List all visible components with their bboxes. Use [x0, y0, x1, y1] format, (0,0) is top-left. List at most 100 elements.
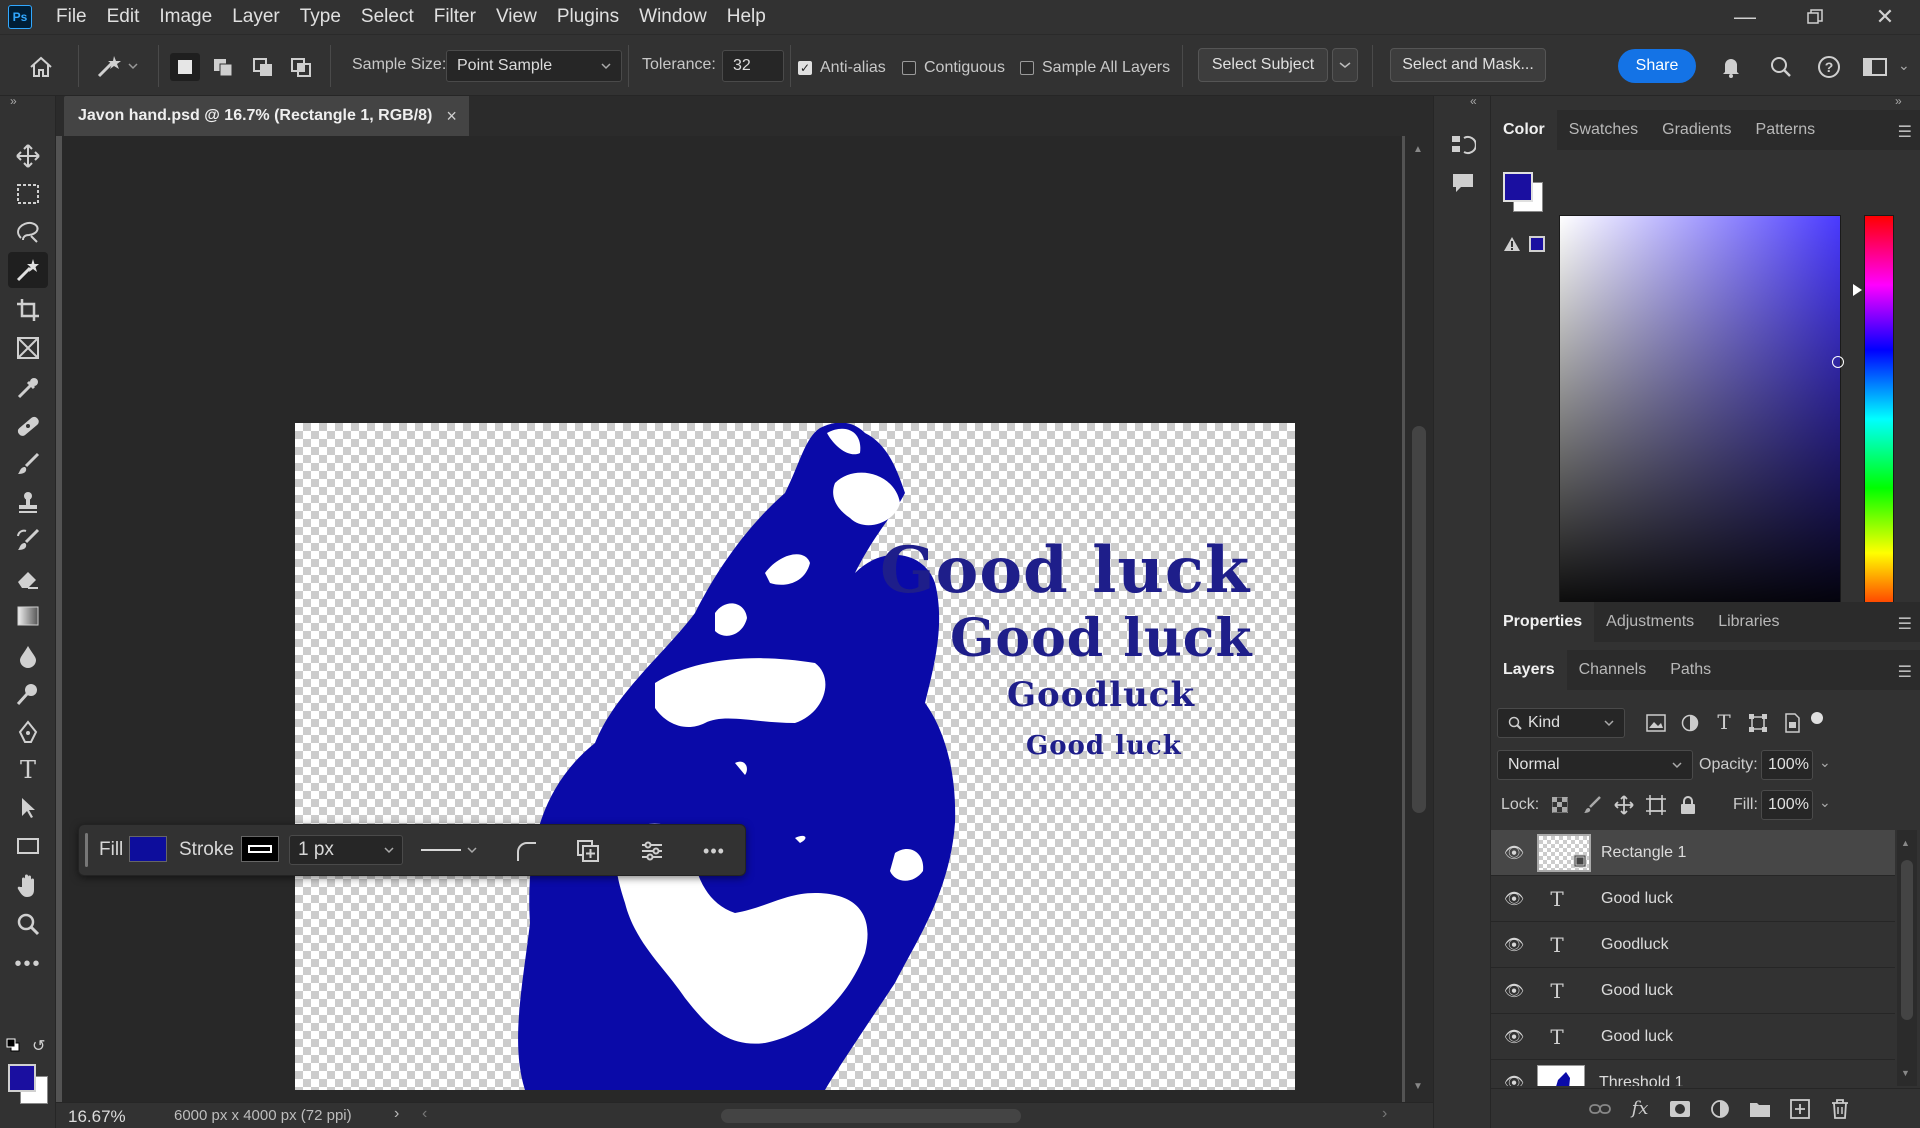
- layer-row-good-luck[interactable]: 👁 T Good luck: [1491, 1014, 1895, 1060]
- panel-foreground-swatch[interactable]: [1503, 172, 1533, 202]
- visibility-eye-icon[interactable]: 👁: [1491, 1073, 1537, 1087]
- menu-plugins[interactable]: Plugins: [547, 0, 629, 34]
- anti-alias-checkbox[interactable]: ✓: [798, 61, 812, 75]
- menu-view[interactable]: View: [486, 0, 547, 34]
- tab-color[interactable]: Color: [1491, 110, 1557, 150]
- sample-size-select[interactable]: Point Sample: [446, 50, 622, 82]
- menu-filter[interactable]: Filter: [424, 0, 486, 34]
- fill-input[interactable]: 100%: [1761, 790, 1813, 820]
- path-selection-tool[interactable]: [8, 790, 48, 826]
- filter-pixel-layers[interactable]: [1645, 712, 1667, 734]
- lock-artboard[interactable]: [1645, 794, 1667, 816]
- fill-dropdown[interactable]: ⌄: [1819, 794, 1831, 811]
- visibility-eye-icon[interactable]: 👁: [1491, 843, 1537, 863]
- tab-properties[interactable]: Properties: [1491, 602, 1595, 642]
- menu-window[interactable]: Window: [629, 0, 717, 34]
- canvas-area[interactable]: Good luck Good luck Goodluck Good luck: [62, 136, 1402, 1102]
- visibility-eye-icon[interactable]: 👁: [1491, 1027, 1537, 1047]
- filter-toggle-icon[interactable]: [1811, 712, 1823, 724]
- opacity-dropdown[interactable]: ⌄: [1819, 754, 1831, 771]
- contiguous-checkbox[interactable]: [902, 61, 916, 75]
- drag-handle[interactable]: [85, 833, 88, 867]
- default-colors-icon[interactable]: [6, 1038, 20, 1052]
- comments-panel-button[interactable]: [1448, 168, 1478, 198]
- adjust-settings-button[interactable]: [637, 837, 667, 865]
- new-group-button[interactable]: [1747, 1097, 1773, 1121]
- color-picker-field[interactable]: [1559, 215, 1844, 623]
- add-shape-button[interactable]: [573, 837, 603, 865]
- subtract-selection-button[interactable]: [248, 53, 278, 81]
- notifications-button[interactable]: [1716, 53, 1746, 81]
- stroke-width-select[interactable]: 1 px: [289, 835, 403, 865]
- vertical-scroll-thumb[interactable]: [1412, 426, 1426, 813]
- workspace-dropdown[interactable]: ⌄: [1898, 57, 1910, 74]
- filter-adjustment-layers[interactable]: [1679, 712, 1701, 734]
- swap-colors-icon[interactable]: ↺: [32, 1036, 45, 1056]
- scroll-down-icon[interactable]: ▼: [1901, 1068, 1910, 1078]
- help-button[interactable]: ?: [1814, 53, 1844, 81]
- layer-row-good-luck[interactable]: 👁 T Good luck: [1491, 876, 1895, 922]
- visibility-eye-icon[interactable]: 👁: [1491, 889, 1537, 909]
- collapse-dock-icon[interactable]: «: [1470, 94, 1477, 108]
- document-tab[interactable]: Javon hand.psd @ 16.7% (Rectangle 1, RGB…: [64, 96, 469, 136]
- hand-tool[interactable]: [8, 868, 48, 904]
- horizontal-scroll-thumb[interactable]: [721, 1109, 1021, 1123]
- visibility-eye-icon[interactable]: 👁: [1491, 935, 1537, 955]
- healing-brush-tool[interactable]: [8, 408, 48, 444]
- stroke-type-select[interactable]: [415, 835, 483, 865]
- menu-edit[interactable]: Edit: [97, 0, 150, 34]
- scroll-right-icon[interactable]: ›: [1382, 1105, 1387, 1123]
- stroke-color-swatch[interactable]: [241, 836, 279, 862]
- hue-slider-handle[interactable]: [1853, 284, 1862, 296]
- add-to-selection-button[interactable]: [208, 53, 238, 81]
- more-options-button[interactable]: •••: [699, 837, 729, 865]
- eraser-tool[interactable]: [8, 560, 48, 596]
- crop-tool[interactable]: [8, 292, 48, 328]
- eyedropper-tool[interactable]: [8, 370, 48, 406]
- menu-layer[interactable]: Layer: [222, 0, 290, 34]
- history-brush-tool[interactable]: [8, 522, 48, 558]
- tab-layers[interactable]: Layers: [1491, 650, 1567, 690]
- menu-select[interactable]: Select: [351, 0, 424, 34]
- scroll-left-icon[interactable]: ‹: [422, 1105, 427, 1123]
- home-button[interactable]: [26, 53, 56, 81]
- visibility-eye-icon[interactable]: 👁: [1491, 981, 1537, 1001]
- workspace-button[interactable]: [1860, 53, 1890, 81]
- web-safe-color-swatch[interactable]: [1529, 236, 1545, 252]
- blur-tool[interactable]: [8, 638, 48, 674]
- scroll-up-icon[interactable]: ▲: [1413, 144, 1423, 155]
- zoom-level[interactable]: 16.67%: [68, 1107, 126, 1127]
- expand-toolbar-icon[interactable]: »: [10, 94, 17, 108]
- frame-tool[interactable]: [8, 330, 48, 366]
- tab-patterns[interactable]: Patterns: [1744, 110, 1828, 150]
- link-layers-button[interactable]: [1587, 1097, 1613, 1121]
- gradient-tool[interactable]: [8, 598, 48, 634]
- lock-transparent-pixels[interactable]: [1549, 794, 1571, 816]
- select-subject-dropdown[interactable]: [1332, 48, 1358, 82]
- collapse-panels-icon[interactable]: »: [1895, 94, 1902, 108]
- layer-row-good-luck[interactable]: 👁 T Good luck: [1491, 968, 1895, 1014]
- opacity-input[interactable]: 100%: [1761, 750, 1813, 780]
- menu-file[interactable]: File: [46, 0, 97, 34]
- move-tool[interactable]: [8, 138, 48, 174]
- tool-preset-picker[interactable]: [92, 51, 142, 81]
- restore-button[interactable]: [1780, 0, 1850, 34]
- color-panel-menu-icon[interactable]: ☰: [1898, 122, 1912, 142]
- scroll-down-icon[interactable]: ▼: [1413, 1081, 1423, 1092]
- rectangle-tool[interactable]: [8, 828, 48, 864]
- sample-all-layers-checkbox[interactable]: [1020, 61, 1034, 75]
- filter-type-layers[interactable]: T: [1713, 710, 1735, 734]
- new-selection-button[interactable]: [170, 53, 200, 81]
- share-button[interactable]: Share: [1618, 49, 1696, 83]
- zoom-tool[interactable]: [8, 906, 48, 942]
- dodge-tool[interactable]: [8, 676, 48, 712]
- tab-libraries[interactable]: Libraries: [1706, 602, 1791, 642]
- tab-paths[interactable]: Paths: [1658, 650, 1723, 690]
- more-tools-button[interactable]: •••: [8, 946, 48, 982]
- new-adjustment-layer-button[interactable]: [1707, 1097, 1733, 1121]
- add-mask-button[interactable]: [1667, 1097, 1693, 1121]
- tolerance-input[interactable]: 32: [722, 50, 784, 82]
- magic-wand-tool[interactable]: [8, 252, 48, 288]
- layer-row-threshold-1[interactable]: 👁 Threshold 1: [1491, 1060, 1895, 1086]
- lock-all[interactable]: [1677, 794, 1699, 816]
